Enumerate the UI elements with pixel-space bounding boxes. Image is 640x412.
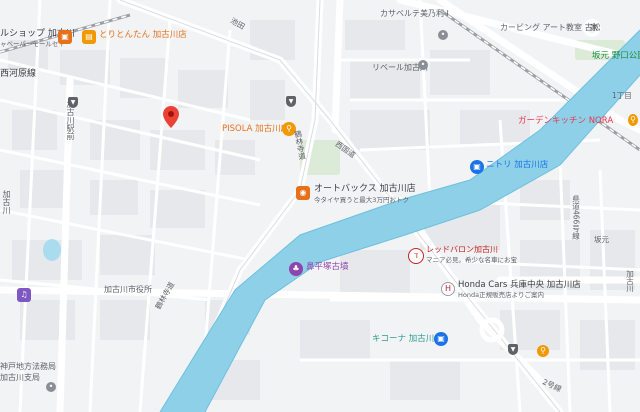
tonkatsu-label[interactable]: とりとんたん 加古川店	[99, 31, 187, 40]
store-icon[interactable]: •	[418, 60, 428, 70]
red-baron-sub: マニア必見。希少な名車にお宝	[426, 256, 517, 264]
car-icon[interactable]: ◉	[296, 186, 310, 200]
location-pin-icon[interactable]	[163, 106, 179, 128]
restaurant-icon[interactable]: ▤	[82, 30, 96, 44]
kofun-label[interactable]: 鼻平塚古墳	[306, 263, 349, 272]
karoshi-label: 家	[590, 23, 598, 32]
kakogawa-right-label: 加古川	[625, 270, 635, 293]
honda-sub: Honda正規販売店よりご案内	[458, 291, 544, 299]
nitori-label[interactable]: ニトリ 加古川店	[486, 161, 548, 170]
map-canvas[interactable]: ルショップ 加古川 ャベーパーモールセヤ ▣ ▤ とりとんたん 加古川店 西河原…	[0, 0, 640, 412]
kobe-office-sub: 加古川支局	[0, 373, 40, 382]
restaurant-icon[interactable]: ⚲	[537, 345, 549, 357]
route-shield-icon: ▼	[508, 344, 518, 355]
road-466-label: 県道466号線	[571, 195, 581, 240]
shopping-bag-icon[interactable]: ▣	[434, 332, 448, 346]
nora-label[interactable]: ガーデンキッチン NORA	[518, 117, 613, 126]
shopping-bag-icon[interactable]: ▣	[58, 30, 72, 44]
store-icon[interactable]: •	[438, 30, 448, 40]
government-icon[interactable]: •	[46, 382, 56, 392]
red-baron-label[interactable]: レッドバロン加古川	[426, 246, 498, 254]
government-icon[interactable]: ♫	[17, 288, 31, 302]
shopping-bag-icon[interactable]: ▣	[470, 160, 484, 174]
autobacs-label[interactable]: オートバックス 加古川店	[314, 185, 416, 194]
autobacs-sub: 今タイヤ買うと最大3万円おトク	[314, 196, 409, 204]
kako-left-label: 加古川	[2, 190, 11, 214]
nishi-kawara-label: 西河原線	[0, 69, 37, 79]
shop-sub: ャベーパーモールセヤ	[0, 40, 65, 48]
honda-label[interactable]: Honda Cars 兵庫中央 加古川店	[458, 281, 581, 290]
restaurant-icon[interactable]: ⚲	[628, 114, 638, 126]
carving-label[interactable]: カービング アート教室 古松	[500, 24, 601, 32]
store-icon[interactable]: ד	[408, 248, 424, 264]
ryuta-label: 坂元	[594, 235, 609, 244]
kobe-office-label[interactable]: 神戸地方法務局	[0, 363, 56, 371]
pisola-label[interactable]: PISOLA 加古川店	[222, 125, 289, 134]
route-shield-icon: ▼	[68, 97, 78, 108]
route-shield-icon: ▼	[286, 96, 296, 107]
car-icon[interactable]: H	[441, 282, 455, 296]
city-hall-label[interactable]: 加古川市役所	[104, 286, 152, 294]
landmark-icon[interactable]: ♣	[289, 262, 303, 276]
casa-label[interactable]: カサベルテ美乃利 I	[380, 10, 449, 18]
kinohana-label[interactable]: キコーナ 加古川店	[372, 335, 443, 344]
route-1chome-label: 1丁目	[612, 91, 632, 100]
sakamoto-label[interactable]: 坂元 野口公園	[592, 52, 640, 61]
